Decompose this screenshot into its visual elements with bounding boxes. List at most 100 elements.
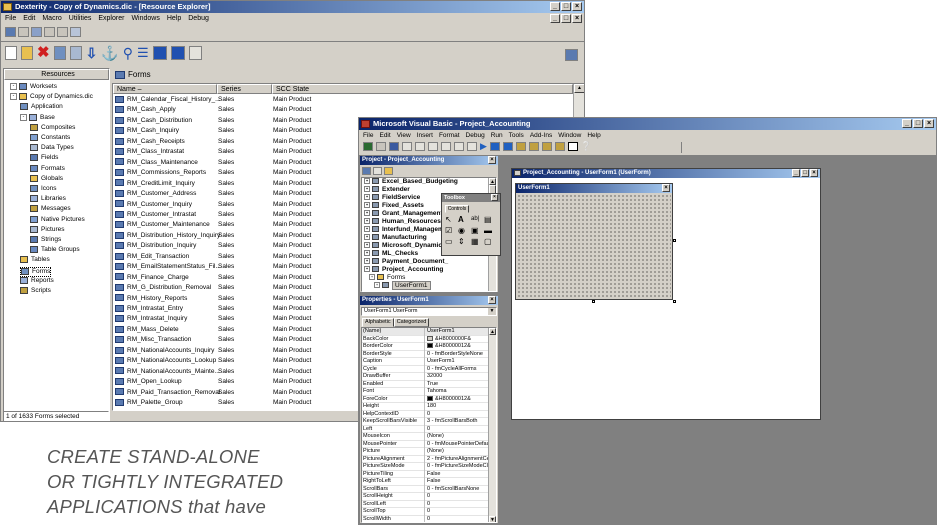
help-icon[interactable]: ❔ xyxy=(581,142,592,151)
property-row[interactable]: PictureAlignment 2 - fmPictureAlignmentCe… xyxy=(362,455,490,463)
view-object-icon[interactable] xyxy=(373,166,382,175)
design-mode-icon[interactable] xyxy=(515,142,526,151)
search-icon[interactable]: ⚲ xyxy=(123,46,133,60)
property-row[interactable]: (Name) UserForm1 xyxy=(362,328,490,336)
user-form[interactable]: UserForm1 × xyxy=(515,183,673,300)
tree-item[interactable]: Application xyxy=(20,103,63,111)
layout-icon[interactable] xyxy=(5,27,16,37)
property-row[interactable]: HelpContextID 0 xyxy=(362,410,490,418)
menu-item[interactable]: View xyxy=(397,130,411,141)
column-name[interactable]: Name – xyxy=(113,84,217,94)
properties-scroll-up-icon[interactable]: ▲ xyxy=(489,328,496,335)
project-tree-item[interactable]: + Microsoft_Dynamics_ xyxy=(364,242,449,250)
report-icon[interactable] xyxy=(44,27,55,37)
property-row[interactable]: ScrollHeight 0 xyxy=(362,493,490,501)
property-row[interactable]: Enabled True xyxy=(362,380,490,388)
debug-icon[interactable] xyxy=(70,27,81,37)
expand-toggle-icon[interactable]: + xyxy=(364,186,370,193)
property-row[interactable]: BorderColor &H80000012& xyxy=(362,343,490,351)
mdi-close-button[interactable]: × xyxy=(572,14,582,23)
menu-item[interactable]: Tools xyxy=(509,130,524,141)
view-code-icon[interactable] xyxy=(362,166,371,175)
tab-categorized[interactable]: Categorized xyxy=(393,318,430,327)
properties-scrollbar[interactable]: ▲ ▼ xyxy=(488,328,496,522)
resize-handle-right[interactable] xyxy=(673,239,676,242)
frame-icon[interactable]: ▤ xyxy=(484,215,495,224)
menu-item[interactable]: Add-Ins xyxy=(530,130,552,141)
expand-toggle-icon[interactable]: + xyxy=(364,226,370,233)
property-row[interactable]: KeepScrollBarsVisible 3 - fmScrollBarsBot… xyxy=(362,418,490,426)
reset-icon[interactable] xyxy=(502,142,513,151)
tree-item[interactable]: Constants xyxy=(30,134,70,142)
menu-item[interactable]: Format xyxy=(439,130,460,141)
menu-item[interactable]: Run xyxy=(491,130,503,141)
property-row[interactable]: ScrollBars 0 - fmScrollBarsNone xyxy=(362,485,490,493)
pointer-icon[interactable]: ↖ xyxy=(445,215,456,224)
menu-item[interactable]: Explorer xyxy=(98,13,124,24)
project-tree-item[interactable]: + Human_Resources xyxy=(364,218,441,226)
multipage-icon[interactable]: ▢ xyxy=(484,237,495,246)
table-row[interactable]: RM_Calendar_Fiscal_History_... Sales Main … xyxy=(113,95,573,105)
property-row[interactable]: Height 180 xyxy=(362,403,490,411)
tree-item[interactable]: Pictures xyxy=(30,225,64,234)
menu-item[interactable]: Edit xyxy=(379,130,390,141)
print-icon[interactable] xyxy=(188,46,202,60)
menu-item[interactable]: Window xyxy=(558,130,581,141)
expand-toggle-icon[interactable]: + xyxy=(364,234,370,241)
designer-maximize-button[interactable]: □ xyxy=(801,169,809,177)
menu-item[interactable]: Macro xyxy=(42,13,61,24)
property-row[interactable]: ScrollWidth 0 xyxy=(362,515,490,522)
expand-toggle-icon[interactable]: + xyxy=(374,282,380,289)
expand-toggle-icon[interactable]: - xyxy=(10,93,17,101)
expand-toggle-icon[interactable]: + xyxy=(364,258,370,265)
project-tree-item[interactable]: + Fixed_Assets xyxy=(364,202,424,210)
back-arrow-icon[interactable] xyxy=(152,46,167,60)
tree-item[interactable]: Native Pictures xyxy=(30,215,85,224)
project-tree-item[interactable]: + Payment_Document_ xyxy=(364,258,448,266)
menu-item[interactable]: File xyxy=(5,13,16,24)
property-row[interactable]: ScrollLeft 0 xyxy=(362,500,490,508)
toolbox-close-button[interactable]: × xyxy=(491,194,498,201)
spinbutton-icon[interactable]: ⇕ xyxy=(458,237,469,246)
label-icon[interactable]: A xyxy=(458,215,469,224)
view-excel-icon[interactable] xyxy=(363,142,373,151)
tree-item[interactable]: Strings xyxy=(30,236,61,244)
vb-close-button[interactable]: × xyxy=(924,119,934,128)
tree-item[interactable]: - Base xyxy=(20,113,55,122)
checkbox-icon[interactable]: ☑ xyxy=(445,226,456,235)
properties-icon[interactable] xyxy=(53,46,66,60)
vb-minimize-button[interactable]: _ xyxy=(902,119,912,128)
redo-icon[interactable] xyxy=(467,142,477,151)
object-dropdown[interactable]: UserForm1 UserForm ▼ xyxy=(361,307,497,316)
close-button[interactable]: × xyxy=(572,2,582,11)
property-row[interactable]: Cycle 0 - fmCycleAllForms xyxy=(362,365,490,373)
delete-icon[interactable]: ✖ xyxy=(37,45,50,60)
property-row[interactable]: ScrollTop 0 xyxy=(362,508,490,516)
project-tree-item[interactable]: + Interfund_Manageme xyxy=(364,226,447,234)
tree-item[interactable]: Messages xyxy=(30,205,71,213)
property-row[interactable]: ForeColor &H80000012& xyxy=(362,395,490,403)
tree-item[interactable]: Tables xyxy=(20,256,50,264)
toolbox-tab[interactable]: Controls xyxy=(445,205,469,213)
new-resource-icon[interactable] xyxy=(5,46,17,60)
menu-item[interactable]: Windows xyxy=(131,13,159,24)
textbox-icon[interactable]: ab| xyxy=(471,215,482,224)
menu-item[interactable]: Help xyxy=(167,13,181,24)
table-icon[interactable] xyxy=(31,27,42,37)
expand-toggle-icon[interactable]: + xyxy=(364,178,370,185)
tree-item[interactable]: Libraries xyxy=(30,195,66,203)
script-icon[interactable] xyxy=(18,27,29,37)
tab-alphabetic[interactable]: Alphabetic xyxy=(362,318,394,327)
tree-item[interactable]: Formats xyxy=(30,164,65,173)
scrollbar-icon[interactable]: ▭ xyxy=(445,237,456,246)
calculator-icon[interactable] xyxy=(57,27,68,37)
project-close-button[interactable]: × xyxy=(488,156,496,164)
expand-toggle-icon[interactable]: + xyxy=(364,202,370,209)
properties-window-icon[interactable] xyxy=(541,142,552,151)
tree-item[interactable]: - Worksets xyxy=(10,83,57,91)
toggle-button-icon[interactable]: ▣ xyxy=(471,226,482,235)
expand-toggle-icon[interactable]: + xyxy=(364,210,370,217)
menu-item[interactable]: Help xyxy=(587,130,600,141)
minimize-button[interactable]: _ xyxy=(550,2,560,11)
properties-scroll-down-icon[interactable]: ▼ xyxy=(489,516,496,522)
